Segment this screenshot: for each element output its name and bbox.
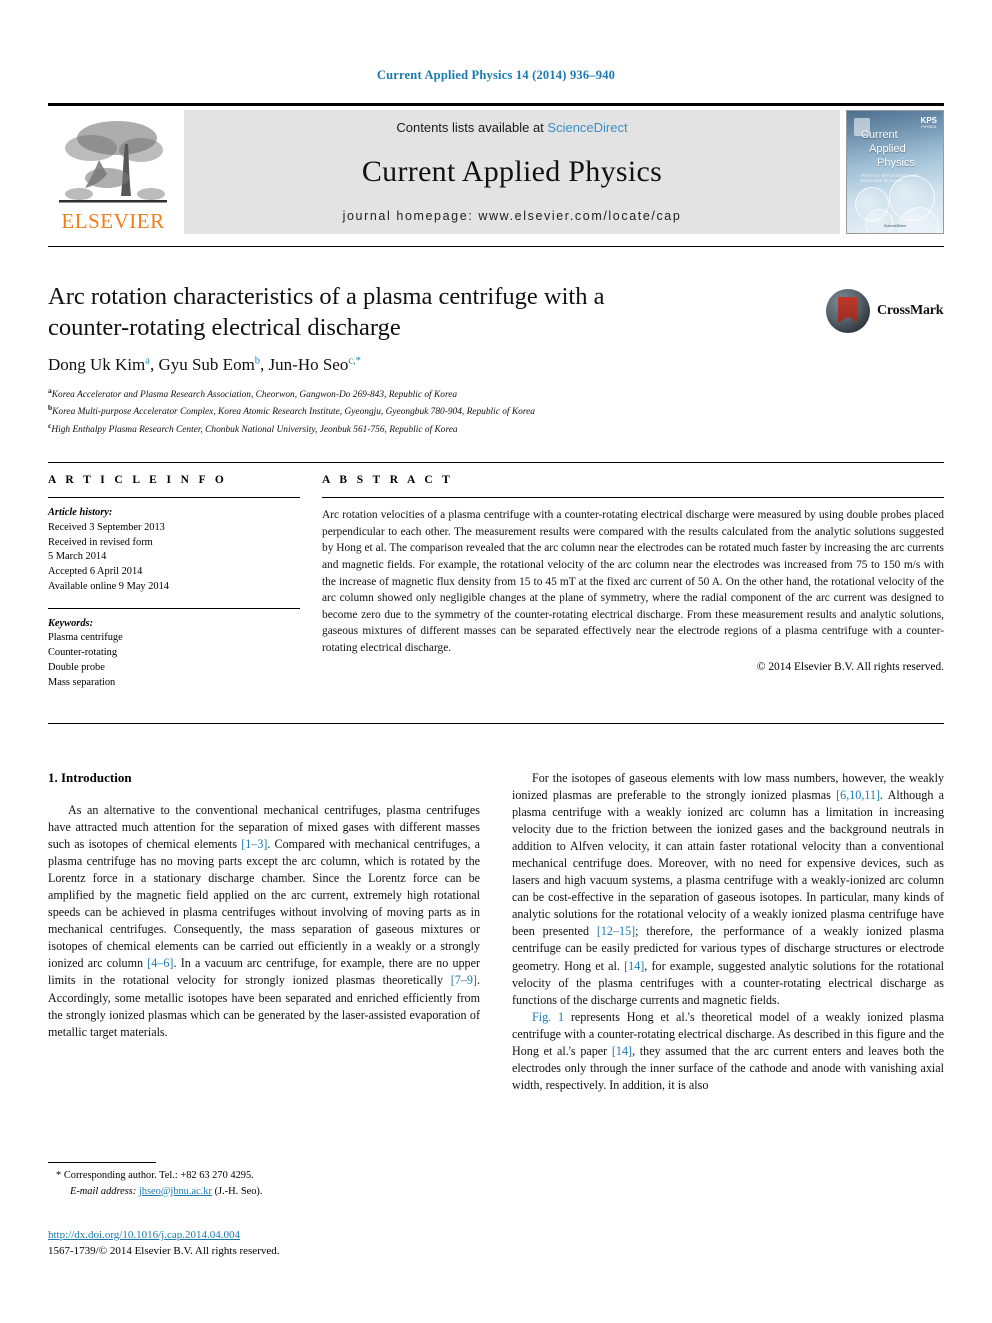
history-item: Accepted 6 April 2014 <box>48 566 143 578</box>
history-item: Received in revised form <box>48 536 153 548</box>
intro-text-b: . Compared with mechanical centrifuges, … <box>48 837 480 971</box>
citation-link[interactable]: [7–9] <box>451 973 477 987</box>
author[interactable]: Dong Uk Kima <box>48 355 150 374</box>
page-title: Arc rotation characteristics of a plasma… <box>48 282 808 343</box>
citation-link[interactable]: [1–3] <box>241 837 267 851</box>
author[interactable]: Jun-Ho Seoc,* <box>269 355 361 374</box>
corresponding-asterisk: * <box>56 1170 62 1181</box>
crossmark-badge[interactable]: CrossMark <box>826 288 946 334</box>
history-item: Received 3 September 2013 <box>48 521 165 533</box>
author-list: Dong Uk Kima, Gyu Sub Eomb, Jun-Ho Seoc,… <box>48 355 361 375</box>
abstract-column: A B S T R A C T Arc rotation velocities … <box>322 474 944 673</box>
abstract-rule <box>322 497 944 498</box>
paragraph-intro-right-2: Fig. 1 represents Hong et al.'s theoreti… <box>512 1009 944 1094</box>
keywords-rule <box>48 607 300 609</box>
article-info-rule <box>48 497 300 498</box>
citation-link[interactable]: [12–15] <box>597 924 635 938</box>
contents-prefix: Contents lists available at <box>396 120 548 135</box>
abstract-copyright: © 2014 Elsevier B.V. All rights reserved… <box>756 660 944 673</box>
journal-band: Contents lists available at ScienceDirec… <box>184 110 840 234</box>
keyword-item: Double probe <box>48 661 105 673</box>
keyword-item: Mass separation <box>48 676 116 688</box>
history-item: Available online 9 May 2014 <box>48 580 170 592</box>
citation-link[interactable]: [6,10,11] <box>836 788 880 802</box>
elsevier-wordmark: ELSEVIER <box>61 209 165 233</box>
history-item: 5 March 2014 <box>48 551 107 563</box>
cover-bubble <box>865 209 893 233</box>
affiliation-list: aKorea Accelerator and Plasma Research A… <box>48 385 808 437</box>
cover-society-mark: KPS PHYSICS <box>920 116 937 129</box>
keywords-label: Keywords: <box>48 617 94 629</box>
title-line-2: counter-rotating electrical discharge <box>48 313 401 341</box>
figure-link[interactable]: Fig. 1 <box>532 1010 564 1024</box>
running-head: Current Applied Physics 14 (2014) 936–94… <box>376 68 616 82</box>
cover-title: Current Applied Physics <box>861 129 915 169</box>
email-link[interactable]: jhseo@jbnu.ac.kr <box>139 1186 212 1197</box>
info-divider-bottom <box>48 723 944 724</box>
footnote-rule <box>48 1162 156 1163</box>
body-column-left: 1. Introduction As an alternative to the… <box>48 770 480 1041</box>
abstract-text: Arc rotation velocities of a plasma cent… <box>322 509 944 655</box>
journal-article-page: Current Applied Physics 14 (2014) 936–94… <box>0 0 992 1323</box>
journal-title: Current Applied Physics <box>361 155 663 188</box>
cover-footer: ScienceDirect <box>883 224 907 228</box>
paragraph-intro-right-1: For the isotopes of gaseous elements wit… <box>512 770 944 1009</box>
paragraph-intro-left: As an alternative to the conventional me… <box>48 802 480 1041</box>
article-history: Article history: Received 3 September 20… <box>48 506 300 595</box>
keyword-item: Counter-rotating <box>48 647 118 659</box>
affiliation: cHigh Enthalpy Plasma Research Center, C… <box>48 420 458 435</box>
journal-homepage[interactable]: journal homepage: www.elsevier.com/locat… <box>343 209 682 223</box>
affiliation: bKorea Multi-purpose Accelerator Complex… <box>48 403 535 418</box>
article-info-heading: A R T I C L E I N F O <box>48 474 228 486</box>
info-divider-top <box>48 462 944 463</box>
email-label: E-mail address: <box>70 1185 137 1197</box>
article-info-column: A R T I C L E I N F O Article history: R… <box>48 474 300 690</box>
elsevier-logo: ELSEVIER <box>48 110 178 234</box>
title-line-1: Arc rotation characteristics of a plasma… <box>48 283 605 310</box>
corresponding-author-note: * Corresponding author. Tel.: +82 63 270… <box>48 1168 480 1199</box>
email-suffix: (J.-H. Seo). <box>214 1185 263 1197</box>
section-heading-introduction: 1. Introduction <box>48 770 132 785</box>
citation-link[interactable]: [14] <box>624 959 644 973</box>
affiliation: aKorea Accelerator and Plasma Research A… <box>48 386 458 401</box>
corresponding-text: Corresponding author. Tel.: +82 63 270 4… <box>63 1170 254 1181</box>
abstract-heading: A B S T R A C T <box>322 474 454 486</box>
doi-link[interactable]: http://dx.doi.org/10.1016/j.cap.2014.04.… <box>48 1229 240 1241</box>
article-title-block: Arc rotation characteristics of a plasma… <box>48 282 808 437</box>
keyword-list: Keywords: Plasma centrifuge Counter-rota… <box>48 617 300 691</box>
elsevier-tree-icon <box>55 116 171 211</box>
crossmark-icon <box>826 289 870 333</box>
author[interactable]: Gyu Sub Eomb <box>158 355 260 374</box>
body-column-right: For the isotopes of gaseous elements wit… <box>512 770 944 1094</box>
article-history-label: Article history: <box>48 507 113 518</box>
issn-copyright-line: 1567-1739/© 2014 Elsevier B.V. All right… <box>48 1244 280 1257</box>
cover-bubble <box>899 207 939 233</box>
contents-available-line: Contents lists available at ScienceDirec… <box>396 120 627 135</box>
keyword-item: Plasma centrifuge <box>48 632 123 644</box>
journal-masthead: ELSEVIER Contents lists available at Sci… <box>48 103 944 234</box>
title-divider <box>48 246 944 247</box>
journal-cover-thumbnail: KPS PHYSICS Current Applied Physics Phys… <box>846 110 944 234</box>
crossmark-label: CrossMark <box>877 303 944 318</box>
sciencedirect-link[interactable]: ScienceDirect <box>547 120 627 135</box>
intro-right-text-b: . Although a plasma centrifuge with a we… <box>512 788 944 939</box>
doi-block: http://dx.doi.org/10.1016/j.cap.2014.04.… <box>48 1228 480 1260</box>
citation-link[interactable]: [4–6] <box>147 956 173 970</box>
citation-link[interactable]: [14] <box>612 1044 632 1058</box>
